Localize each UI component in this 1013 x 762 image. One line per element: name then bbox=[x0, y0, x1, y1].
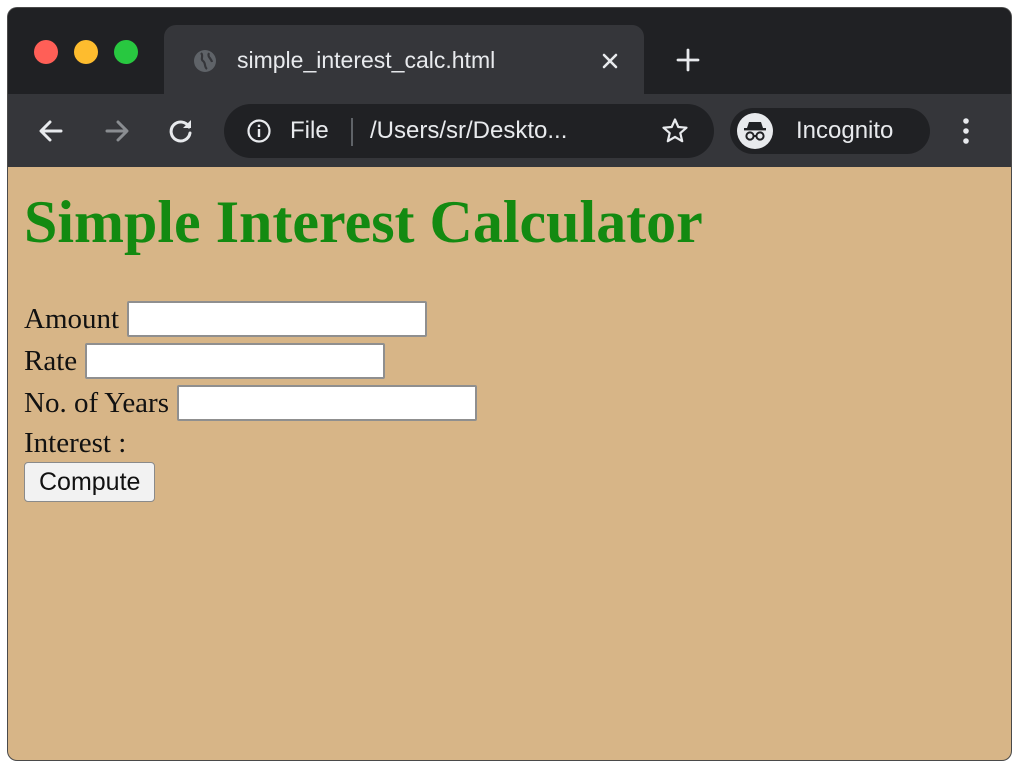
forward-arrow-icon[interactable] bbox=[102, 116, 132, 146]
incognito-icon bbox=[737, 113, 773, 149]
globe-icon bbox=[194, 50, 216, 72]
rate-row: Rate bbox=[24, 340, 386, 382]
browser-window: simple_interest_calc.html File /Users/sr… bbox=[8, 8, 1011, 760]
file-scheme-label: File bbox=[290, 117, 329, 144]
amount-row: Amount bbox=[24, 298, 428, 340]
years-input[interactable] bbox=[177, 385, 477, 421]
interest-label: Interest : bbox=[24, 426, 127, 459]
compute-button[interactable]: Compute bbox=[24, 462, 156, 502]
page-viewport: Simple Interest Calculator Amount Rate N… bbox=[8, 167, 1011, 760]
years-label: No. of Years bbox=[24, 386, 169, 419]
amount-input[interactable] bbox=[127, 301, 428, 337]
back-arrow-icon[interactable] bbox=[36, 116, 66, 146]
bookmark-star-icon[interactable] bbox=[660, 116, 690, 146]
address-bar[interactable]: File /Users/sr/Deskto... bbox=[224, 104, 714, 158]
new-tab-icon[interactable] bbox=[674, 46, 702, 74]
interest-row: Interest : bbox=[24, 424, 134, 462]
more-menu-icon[interactable] bbox=[956, 116, 976, 146]
tab-title: simple_interest_calc.html bbox=[237, 47, 496, 73]
zoom-window-button[interactable] bbox=[114, 40, 138, 64]
tab-strip: simple_interest_calc.html bbox=[8, 8, 1011, 94]
page-title: Simple Interest Calculator bbox=[24, 189, 703, 255]
rate-label: Rate bbox=[24, 344, 78, 377]
url-text[interactable]: /Users/sr/Deskto... bbox=[370, 114, 567, 148]
incognito-profile-button[interactable]: Incognito bbox=[730, 108, 930, 154]
reload-icon[interactable] bbox=[166, 116, 196, 146]
years-row: No. of Years bbox=[24, 382, 477, 424]
amount-label: Amount bbox=[24, 302, 120, 335]
browser-toolbar: File /Users/sr/Deskto... Incognito bbox=[8, 94, 1011, 167]
minimize-window-button[interactable] bbox=[74, 40, 98, 64]
incognito-label: Incognito bbox=[796, 117, 894, 144]
close-tab-icon[interactable] bbox=[598, 49, 622, 73]
close-window-button[interactable] bbox=[34, 40, 58, 64]
address-divider bbox=[351, 118, 353, 146]
rate-input[interactable] bbox=[85, 343, 386, 379]
info-icon[interactable] bbox=[246, 118, 272, 144]
tab-active[interactable]: simple_interest_calc.html bbox=[164, 25, 644, 94]
